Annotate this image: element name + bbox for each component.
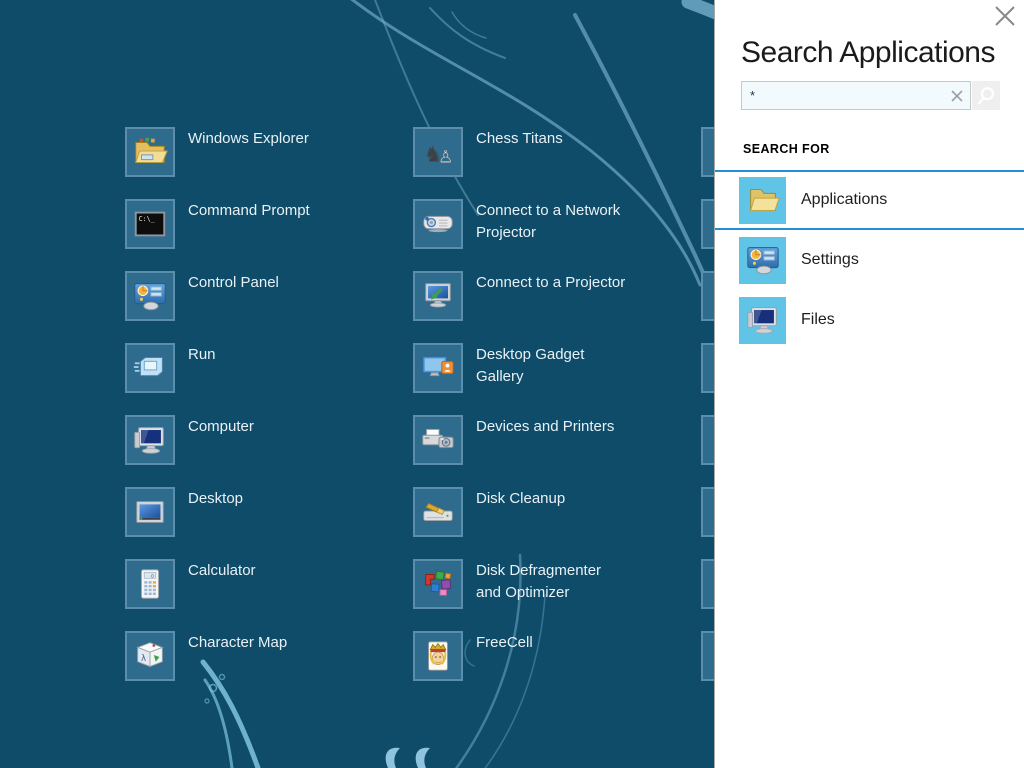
tile-label: Devices and Printers [476,416,648,475]
control-panel-icon [739,237,786,284]
search-for-list: Applications Settings Files [715,170,1024,350]
windows-explorer-icon [131,133,169,171]
tile-square[interactable] [125,415,175,465]
tile-label: Character Map [188,632,360,691]
search-for-item-applications[interactable]: Applications [715,170,1024,230]
search-panel: Search Applications SEARCH FOR Applicati… [714,0,1024,768]
tile-label: Calculator [188,560,360,619]
control-panel-icon [131,277,169,315]
search-row [741,81,1000,110]
search-item-label: Settings [801,251,859,269]
command-prompt-icon [131,205,169,243]
calculator-icon [131,565,169,603]
tile-square[interactable] [125,271,175,321]
search-for-item-files[interactable]: Files [715,290,1024,350]
tile-label: Chess Titans [476,128,648,187]
search-panel-title: Search Applications [741,36,1014,70]
run-icon [131,349,169,387]
computer-icon [131,421,169,459]
tile-square[interactable] [413,127,463,177]
clear-icon[interactable] [945,83,969,108]
chess-titans-icon [419,133,457,171]
tile-square[interactable] [413,631,463,681]
search-input[interactable] [741,81,971,110]
tile-square[interactable] [413,271,463,321]
tile-label: Command Prompt [188,200,360,259]
tile-label: FreeCell [476,632,648,691]
tile-label: Disk Defragmenter and Optimizer [476,560,648,619]
disk-cleanup-icon [419,493,457,531]
computer-icon [739,297,786,344]
freecell-icon [419,637,457,675]
close-icon[interactable] [993,4,1017,28]
tile-square[interactable] [413,415,463,465]
devices-and-printers-icon [419,421,457,459]
tile-square[interactable] [413,343,463,393]
tile-label: Connect to a Projector [476,272,648,331]
tile-label: Windows Explorer [188,128,360,187]
folder-icon [739,177,786,224]
tile-label: Desktop Gadget Gallery [476,344,648,403]
tile-square[interactable] [125,127,175,177]
magnifier-icon[interactable] [972,81,1000,110]
tile-label: Disk Cleanup [476,488,648,547]
tile-square[interactable] [125,487,175,537]
desktop-icon [131,493,169,531]
disk-defragmenter-icon [419,565,457,603]
tile-label: Computer [188,416,360,475]
search-item-label: Applications [801,191,887,209]
tile-label: Connect to a Network Projector [476,200,648,259]
tile-label: Desktop [188,488,360,547]
connect-projector-icon [419,277,457,315]
desktop-gadget-gallery-icon [419,349,457,387]
tile-label: Run [188,344,360,403]
search-for-item-settings[interactable]: Settings [715,230,1024,290]
network-projector-icon [419,205,457,243]
tile-square[interactable] [125,343,175,393]
tile-square[interactable] [413,199,463,249]
tile-square[interactable] [125,631,175,681]
tile-label: Control Panel [188,272,360,331]
tile-square[interactable] [413,487,463,537]
character-map-icon [131,637,169,675]
search-item-label: Files [801,311,835,329]
tile-square[interactable] [125,559,175,609]
search-for-header: SEARCH FOR [743,142,830,156]
tile-square[interactable] [125,199,175,249]
tile-square[interactable] [413,559,463,609]
